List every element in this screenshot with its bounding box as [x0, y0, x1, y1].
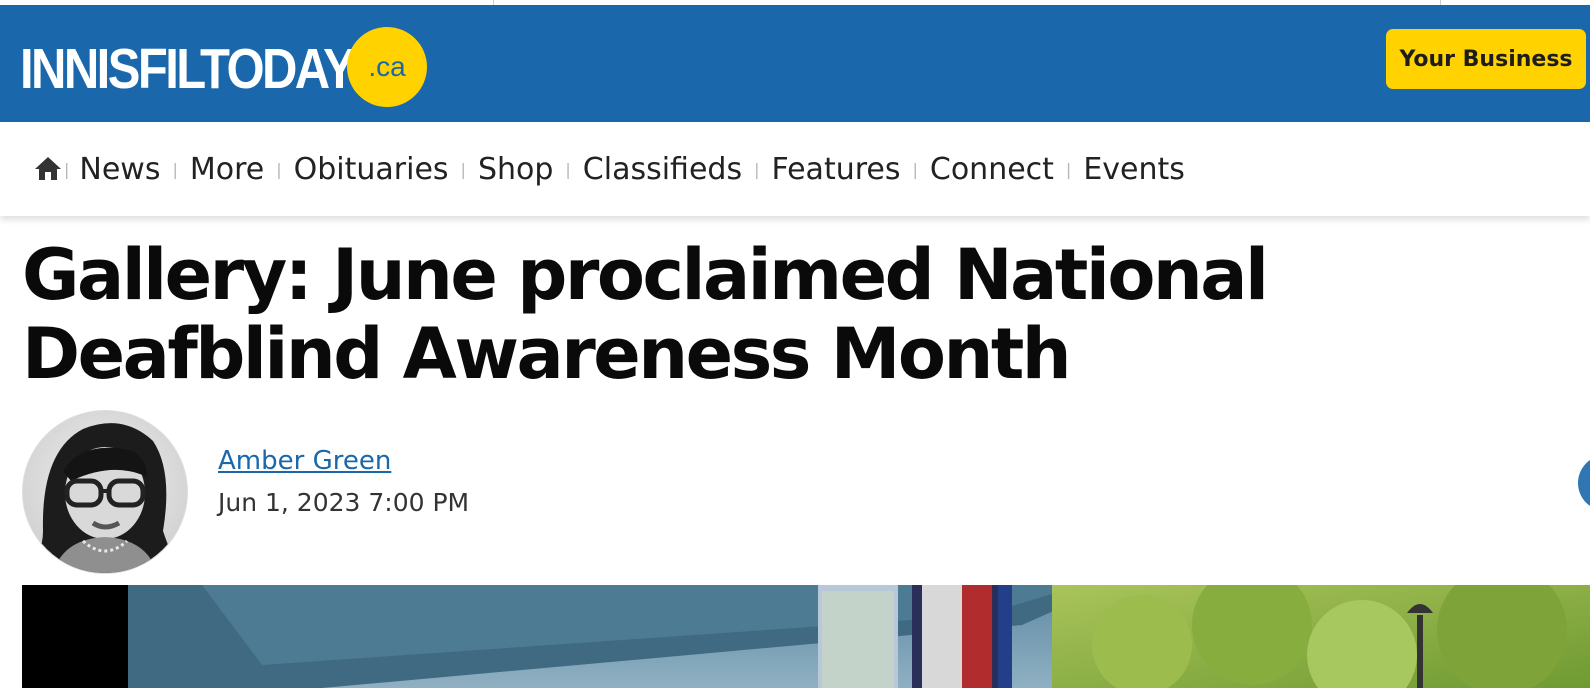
nav-separator: | — [754, 159, 760, 179]
nav-separator: | — [460, 159, 466, 179]
nav-separator: | — [172, 159, 178, 179]
nav-item-classifieds[interactable]: Classifieds — [583, 152, 742, 187]
article-title: Gallery: June proclaimed National Deafbl… — [22, 234, 1269, 395]
share-tab[interactable] — [1578, 455, 1590, 511]
your-business-button[interactable]: Your Business — [1386, 29, 1586, 89]
publish-date: Jun 1, 2023 7:00 PM — [218, 488, 470, 517]
nav-separator: | — [912, 159, 918, 179]
logo-wordmark: INNISFILTODAY — [20, 36, 356, 101]
nav-item-obituaries[interactable]: Obituaries — [294, 152, 449, 187]
nav-item-connect[interactable]: Connect — [930, 152, 1054, 187]
nav-item-events[interactable]: Events — [1083, 152, 1185, 187]
author-photo — [23, 411, 187, 573]
site-header: INNISFILTODAY .ca Your Business — [0, 5, 1590, 122]
nav-separator: | — [1065, 159, 1072, 179]
nav-separator: | — [276, 159, 282, 179]
nav-item-more[interactable]: More — [190, 152, 264, 187]
gallery-photo — [22, 585, 1590, 688]
nav-item-features[interactable]: Features — [771, 152, 900, 187]
main-nav: | News | More | Obituaries | Shop | Classifieds | F… — [0, 122, 1590, 216]
author-avatar[interactable] — [22, 410, 188, 574]
nav-separator: | — [64, 159, 70, 179]
site-logo[interactable]: INNISFILTODAY .ca — [20, 27, 427, 109]
author-name-link[interactable]: Amber Green — [218, 446, 391, 476]
nav-separator: | — [565, 159, 571, 179]
nav-item-shop[interactable]: Shop — [478, 152, 553, 187]
home-icon[interactable] — [33, 153, 63, 183]
nav-items: | News | More | Obituaries | Shop | Classifieds | F… — [64, 122, 1185, 216]
nav-item-news[interactable]: News — [79, 152, 160, 187]
logo-badge: .ca — [347, 27, 427, 107]
gallery-image[interactable] — [22, 585, 1590, 688]
